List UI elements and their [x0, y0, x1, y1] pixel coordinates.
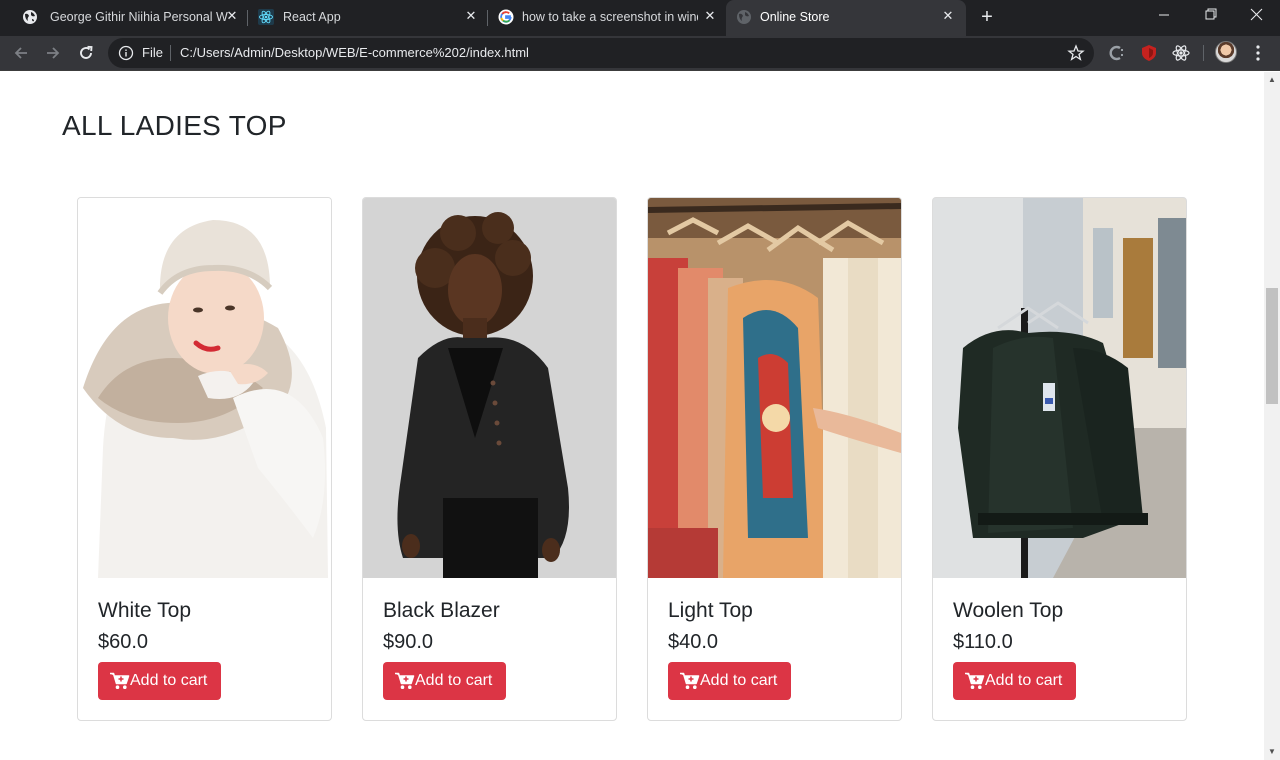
- product-price: $40.0: [668, 631, 719, 653]
- forward-arrow-icon[interactable]: [40, 40, 66, 66]
- tab-strip: George Githir Niihia Personal We ✕ React…: [0, 0, 1280, 36]
- toolbar-divider: [1203, 45, 1204, 61]
- globe-icon: [23, 10, 37, 24]
- tab-react-app[interactable]: React App ✕: [248, 0, 488, 34]
- url-scheme-label: File: [142, 45, 163, 60]
- tab-personal-website[interactable]: George Githir Niihia Personal We ✕: [8, 0, 248, 34]
- close-tab-icon[interactable]: ✕: [224, 8, 240, 24]
- add-to-cart-button[interactable]: Add to cart: [953, 662, 1076, 700]
- cart-icon: [965, 672, 985, 689]
- bookmark-star-icon[interactable]: [1066, 43, 1086, 63]
- profile-avatar[interactable]: [1215, 41, 1237, 63]
- google-icon: [498, 9, 514, 25]
- close-tab-icon[interactable]: ✕: [940, 8, 956, 24]
- close-window-button[interactable]: [1233, 0, 1279, 32]
- page-title: ALL LADIES TOP: [62, 110, 287, 141]
- product-image-black-blazer[interactable]: [363, 198, 616, 578]
- product-name: Light Top: [668, 599, 753, 622]
- back-arrow-icon[interactable]: [8, 40, 34, 66]
- product-name: White Top: [98, 599, 191, 622]
- add-to-cart-label: Add to cart: [415, 672, 493, 689]
- page-scrollbar[interactable]: ▲ ▼: [1264, 72, 1280, 760]
- reload-icon[interactable]: [73, 40, 99, 66]
- product-photo: [363, 198, 616, 578]
- add-to-cart-label: Add to cart: [130, 672, 208, 689]
- add-to-cart-label: Add to cart: [985, 672, 1063, 689]
- scroll-up-arrow-icon[interactable]: ▲: [1264, 72, 1280, 88]
- product-card: Light Top $40.0 Add to cart: [647, 197, 902, 721]
- minimize-icon: [1159, 14, 1169, 16]
- tab-google-search[interactable]: how to take a screenshot in wind ✕: [488, 0, 726, 34]
- close-icon: [1250, 8, 1263, 21]
- product-image-light-top[interactable]: [648, 198, 901, 578]
- scrollbar-thumb[interactable]: [1266, 288, 1278, 404]
- cart-icon: [680, 672, 700, 689]
- tab-title: React App: [283, 10, 341, 24]
- add-to-cart-button[interactable]: Add to cart: [383, 662, 506, 700]
- info-icon[interactable]: [118, 45, 134, 61]
- restore-button[interactable]: [1187, 0, 1233, 32]
- tab-online-store[interactable]: Online Store ✕: [726, 0, 966, 36]
- product-card: White Top $60.0 Add to cart: [77, 197, 332, 721]
- address-bar[interactable]: File C:/Users/Admin/Desktop/WEB/E-commer…: [108, 38, 1094, 68]
- product-price: $110.0: [953, 631, 1013, 653]
- product-name: Black Blazer: [383, 599, 500, 622]
- address-divider: [170, 45, 171, 61]
- react-devtools-icon[interactable]: [1171, 43, 1191, 63]
- product-name: Woolen Top: [953, 599, 1064, 622]
- product-photo: [648, 198, 901, 578]
- close-tab-icon[interactable]: ✕: [702, 8, 718, 24]
- product-price: $90.0: [383, 631, 434, 653]
- cart-icon: [395, 672, 415, 689]
- add-to-cart-button[interactable]: Add to cart: [98, 662, 221, 700]
- tab-title: how to take a screenshot in wind: [522, 10, 698, 24]
- product-photo: [78, 198, 331, 578]
- add-to-cart-label: Add to cart: [700, 672, 778, 689]
- chatgpt-extension-icon[interactable]: [1107, 43, 1127, 63]
- product-card: Woolen Top $110.0 Add to cart: [932, 197, 1187, 721]
- product-price: $60.0: [98, 631, 149, 653]
- restore-icon: [1205, 8, 1217, 20]
- page-viewport: ALL LADIES TOP White Top $60.0 Add to ca…: [0, 72, 1264, 760]
- shield-extension-icon[interactable]: [1139, 43, 1159, 63]
- cart-icon: [110, 672, 130, 689]
- product-image-woolen-top[interactable]: [933, 198, 1186, 578]
- new-tab-button[interactable]: +: [976, 7, 998, 29]
- more-menu-icon[interactable]: [1250, 43, 1266, 63]
- react-icon: [258, 9, 274, 25]
- product-card: Black Blazer $90.0 Add to cart: [362, 197, 617, 721]
- url-text[interactable]: C:/Users/Admin/Desktop/WEB/E-commerce%20…: [180, 45, 529, 60]
- product-image-white-top[interactable]: [78, 198, 331, 578]
- globe-icon: [737, 10, 751, 24]
- tab-title: George Githir Niihia Personal We: [50, 10, 228, 24]
- product-photo: [933, 198, 1186, 578]
- browser-toolbar: File C:/Users/Admin/Desktop/WEB/E-commer…: [0, 36, 1280, 71]
- tab-title: Online Store: [760, 10, 830, 24]
- close-tab-icon[interactable]: ✕: [463, 8, 479, 24]
- minimize-button[interactable]: [1141, 0, 1187, 32]
- scroll-down-arrow-icon[interactable]: ▼: [1264, 744, 1280, 760]
- add-to-cart-button[interactable]: Add to cart: [668, 662, 791, 700]
